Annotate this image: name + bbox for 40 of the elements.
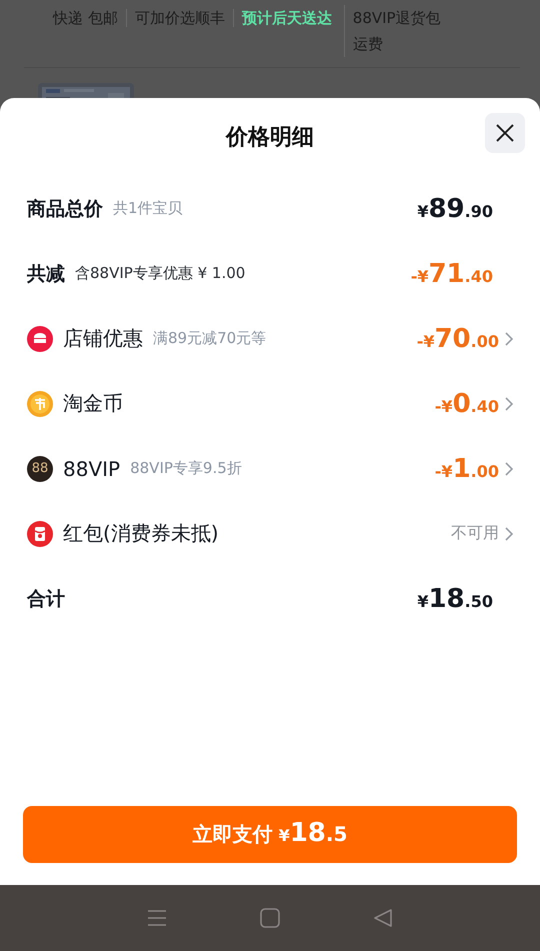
vip-badge-icon: 88	[27, 456, 53, 482]
shop-icon	[27, 326, 53, 352]
row-note: 含88VIP专享优惠 ¥ 1.00	[75, 264, 246, 283]
row-note: 88VIP专享9.5折	[130, 459, 242, 478]
menu-icon	[146, 909, 167, 927]
price-amount: -¥0.40	[434, 388, 499, 418]
close-icon	[496, 124, 514, 142]
chevron-right-icon	[505, 526, 513, 540]
row-label: 商品总价	[27, 196, 103, 222]
chevron-right-icon	[505, 332, 513, 346]
chevron-right-icon	[505, 462, 513, 476]
shipping-tag: 快递 包邮	[53, 9, 126, 27]
envelope-icon	[27, 520, 53, 546]
row-note: 满89元减70元等	[153, 329, 266, 348]
price-amount: -¥70.00	[416, 324, 499, 354]
shipping-tag: 88VIP退货包运费	[344, 5, 461, 57]
chevron-right-icon	[505, 396, 513, 410]
row-label: 淘金币	[63, 390, 123, 417]
coin-icon	[27, 390, 53, 416]
row-label: 店铺优惠	[63, 325, 143, 352]
row-label: 共减	[27, 262, 65, 286]
row-status: 不可用	[451, 523, 499, 544]
row-note: 共1件宝贝	[113, 199, 183, 218]
row-label: 合计	[27, 586, 65, 612]
close-button[interactable]	[485, 113, 525, 153]
row-label: 红包(消费券未抵)	[63, 520, 219, 547]
menu-button[interactable]	[146, 909, 167, 927]
pay-button[interactable]: 立即支付 ¥18.5	[23, 806, 517, 863]
shipping-tag: 可加价选顺丰	[126, 9, 233, 27]
price-amount: ¥18.50	[417, 584, 493, 614]
square-icon	[260, 908, 280, 928]
price-amount: -¥71.40	[410, 258, 493, 288]
shipping-tag: 预计后天送达	[232, 9, 340, 27]
sheet-title: 价格明细	[226, 124, 314, 152]
row-label: 88VIP	[63, 456, 120, 480]
back-icon	[373, 908, 394, 928]
price-amount: -¥1.00	[434, 454, 499, 484]
price-amount: ¥89.90	[417, 194, 493, 224]
home-button[interactable]	[260, 908, 280, 928]
back-button[interactable]	[373, 908, 394, 928]
